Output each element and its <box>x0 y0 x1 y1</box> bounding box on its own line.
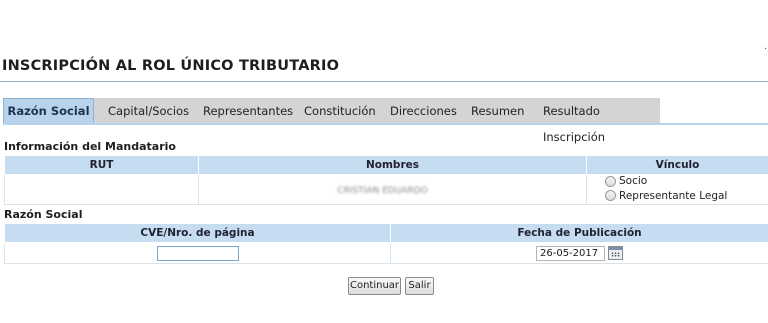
calendar-icon[interactable] <box>608 246 623 260</box>
nombres-value: CRISTIAN EDUARDO <box>337 185 428 196</box>
radio-circle-icon[interactable] <box>605 190 616 201</box>
cve-input[interactable] <box>156 245 239 261</box>
radio-circle-icon[interactable] <box>605 175 616 187</box>
column-header-fecha: Fecha de Publicación <box>390 223 768 243</box>
radio-label-socio: Socio <box>619 175 648 187</box>
tab-underline <box>3 123 768 125</box>
page-title: INSCRIPCIÓN AL ROL ÚNICO TRIBUTARIO <box>2 58 340 74</box>
tab-direcciones[interactable]: Direcciones <box>390 98 457 124</box>
column-header-vinculo: Vínculo <box>586 155 768 175</box>
razon-social-table: CVE/Nro. de página Fecha de Publicación … <box>4 223 768 264</box>
tab-capital-socios[interactable]: Capital/Socios <box>108 98 189 124</box>
table-header-row: CVE/Nro. de página Fecha de Publicación <box>4 223 768 243</box>
cve-cell <box>4 242 391 264</box>
column-header-rut: RUT <box>4 155 199 175</box>
nombres-cell: CRISTIAN EDUARDO <box>198 174 587 205</box>
continuar-button[interactable]: Continuar <box>348 277 401 295</box>
tab-constitucion[interactable]: Constitución <box>304 98 376 124</box>
vinculo-cell: Socio Representante Legal <box>586 174 768 205</box>
tab-representantes[interactable]: Representantes <box>203 98 293 124</box>
tab-resumen[interactable]: Resumen <box>471 98 524 124</box>
rut-cell <box>4 174 199 205</box>
column-header-cve: CVE/Nro. de página <box>4 223 391 243</box>
title-divider <box>0 81 768 82</box>
table-row: CRISTIAN EDUARDO Socio Representante Leg… <box>4 174 768 205</box>
table-header-row: RUT Nombres Vínculo <box>4 155 768 175</box>
column-header-nombres: Nombres <box>198 155 587 175</box>
fecha-cell: 26-05-2017 <box>390 242 768 264</box>
radio-label-representante-legal: Representante Legal <box>619 189 728 202</box>
section-title-mandatario: Información del Mandatario <box>4 140 176 153</box>
tab-bar: Razón Social Capital/Socios Representant… <box>3 98 660 144</box>
tab-resultado-inscripcion[interactable]: Resultado Inscripción <box>543 98 660 144</box>
mandatario-table: RUT Nombres Vínculo CRISTIAN EDUARDO Soc… <box>4 155 768 205</box>
radio-representante-legal[interactable]: Representante Legal <box>605 190 727 202</box>
salir-button[interactable]: Salir <box>405 277 434 295</box>
table-row: 26-05-2017 <box>4 242 768 264</box>
section-title-razon-social: Razón Social <box>4 208 83 221</box>
radio-socio[interactable]: Socio <box>605 175 647 187</box>
corner-mark: · <box>764 44 768 55</box>
fecha-input[interactable]: 26-05-2017 <box>536 245 605 261</box>
tab-razon-social[interactable]: Razón Social <box>3 98 94 124</box>
